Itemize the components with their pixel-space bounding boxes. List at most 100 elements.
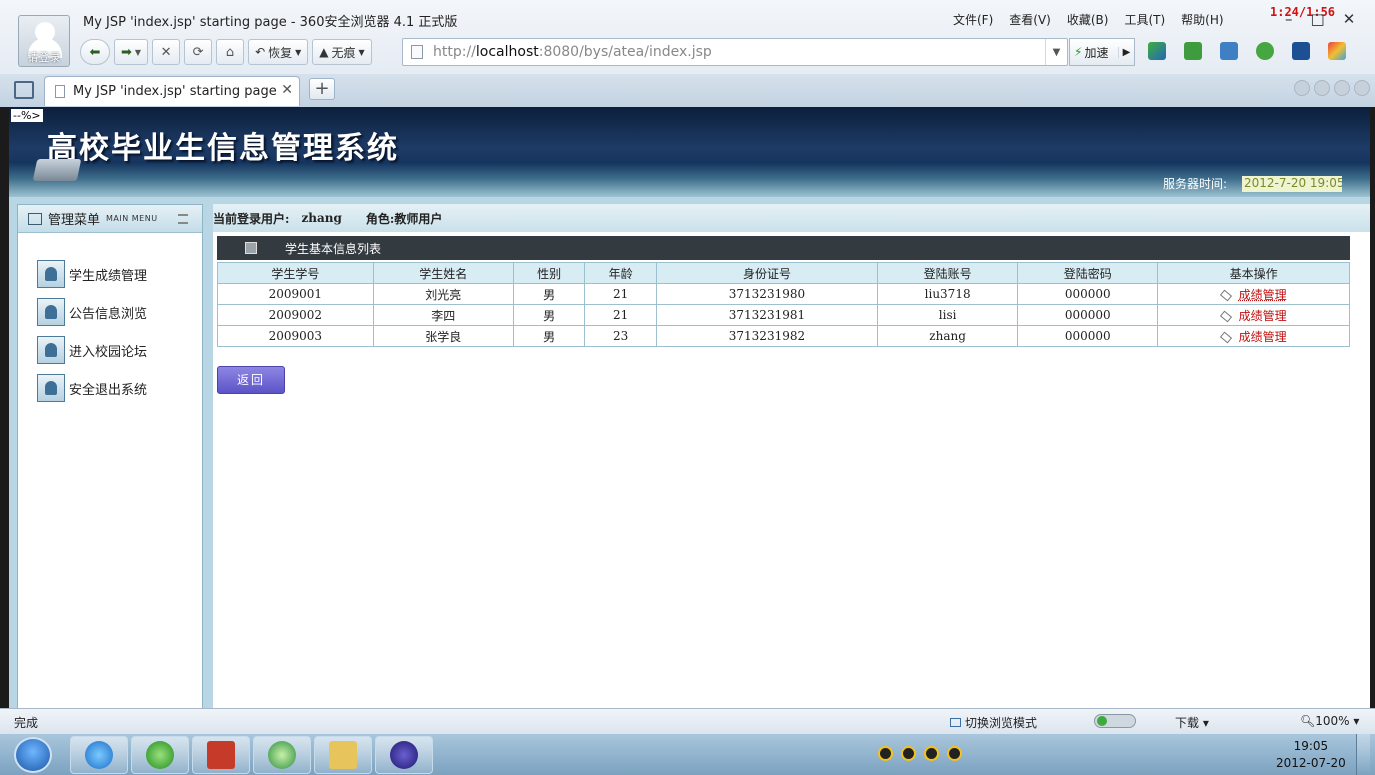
maximize-icon[interactable]: □ <box>1311 10 1325 28</box>
refresh-button[interactable]: ⟳ <box>184 39 213 65</box>
close-window-icon[interactable]: ✕ <box>1343 10 1356 28</box>
menu-view[interactable]: 查看(V) <box>1009 11 1051 28</box>
menu-lines-icon <box>178 213 188 224</box>
page-icon <box>55 85 65 98</box>
col-account: 登陆账号 <box>877 262 1019 284</box>
video-icon[interactable] <box>1292 42 1310 60</box>
close-tab-icon[interactable]: ✕ <box>281 82 293 98</box>
download-label: 下载 <box>1175 716 1200 730</box>
menu-help[interactable]: 帮助(H) <box>1181 11 1223 28</box>
magnifier-icon: 🔍︎ <box>1300 714 1316 728</box>
switch-mode-button[interactable]: 切换浏览模式 <box>950 714 1037 731</box>
menu-panel-icon <box>28 212 42 225</box>
speed-up-button[interactable]: ⚡ 加速 ▶ <box>1069 38 1135 66</box>
user-avatar[interactable]: 请登录 <box>18 15 70 67</box>
system-tray <box>878 746 962 761</box>
globe-icon[interactable] <box>1256 42 1274 60</box>
sidebar-item-grade-management[interactable]: 学生成绩管理 <box>37 260 147 288</box>
menu-favorites[interactable]: 收藏(B) <box>1067 11 1109 28</box>
app-box-icon[interactable] <box>1148 42 1166 60</box>
stop-button[interactable]: ✕ <box>152 39 181 65</box>
menu-bar: 文件(F) 查看(V) 收藏(B) 工具(T) 帮助(H) <box>953 11 1224 28</box>
grade-manage-link[interactable]: 成绩管理 <box>1239 309 1287 323</box>
cell-age: 23 <box>584 325 657 347</box>
clock-time: 19:05 <box>1293 739 1329 753</box>
forward-nav-button[interactable]: ➡ ▼ <box>114 39 149 65</box>
laptop-icon <box>32 159 82 181</box>
taskbar-app[interactable] <box>253 736 311 774</box>
col-actions: 基本操作 <box>1157 262 1350 284</box>
user-window-icon <box>37 298 65 326</box>
sidebar-item-logout[interactable]: 安全退出系统 <box>37 374 147 402</box>
download-button[interactable]: 下载 ▾ <box>1175 714 1209 731</box>
cell-student-name: 刘光亮 <box>372 283 514 305</box>
eclipse-icon <box>390 741 418 769</box>
address-dropdown-icon[interactable]: ▼ <box>1045 39 1067 65</box>
taskbar-eclipse[interactable] <box>375 736 433 774</box>
taskbar-toolbox[interactable] <box>192 736 250 774</box>
toggle-switch[interactable] <box>1094 714 1136 728</box>
qq-icon[interactable] <box>901 746 916 761</box>
left-menu-panel: 管理菜单 MAIN MENU 学生成绩管理 公告信息浏览 进入校园论坛 安全退出… <box>17 204 203 712</box>
sidebar-item-notices[interactable]: 公告信息浏览 <box>37 298 147 326</box>
cell-id-card: 3713231980 <box>655 283 879 305</box>
user-name: zhang <box>301 211 342 225</box>
taskbar-explorer[interactable] <box>314 736 372 774</box>
return-button[interactable]: 返回 <box>217 366 285 394</box>
page-icon <box>411 45 423 59</box>
sidebar-item-label: 进入校园论坛 <box>69 344 148 360</box>
zoom-control[interactable]: 🔍︎100% ▾ <box>1300 714 1359 728</box>
grade-manage-link[interactable]: 成绩管理 <box>1239 330 1287 344</box>
grade-manage-link[interactable]: 成绩管理 <box>1239 288 1287 302</box>
menu-file[interactable]: 文件(F) <box>953 11 993 28</box>
role-value: 教师用户 <box>394 211 443 226</box>
sidebar-item-label: 公告信息浏览 <box>69 306 148 322</box>
tab-next-icon[interactable] <box>1314 80 1330 96</box>
user-window-icon <box>37 374 65 402</box>
home-button[interactable]: ⌂ <box>216 39 245 65</box>
user-label: 当前登录用户: <box>213 211 290 226</box>
start-button[interactable] <box>14 737 52 773</box>
minimize-icon[interactable]: – <box>1285 10 1293 28</box>
system-title: 高校毕业生信息管理系统 <box>47 131 399 166</box>
colorful-app-icon[interactable] <box>1328 42 1346 60</box>
restore-label: 恢复 <box>268 45 293 60</box>
qq-icon[interactable] <box>924 746 939 761</box>
cell-gender: 男 <box>512 304 586 326</box>
server-time-value: 2012-7-20 19:05:5 <box>1242 176 1342 192</box>
taskbar-ie[interactable] <box>70 736 128 774</box>
cell-gender: 男 <box>512 283 586 305</box>
sidebar-item-forum[interactable]: 进入校园论坛 <box>37 336 147 364</box>
cell-student-name: 李四 <box>372 304 514 326</box>
note-icon[interactable] <box>1184 42 1202 60</box>
cell-age: 21 <box>584 283 657 305</box>
folder-icon <box>329 741 357 769</box>
list-header: 学生基本信息列表 <box>217 236 1350 260</box>
go-arrow-icon[interactable]: ▶ <box>1118 46 1134 58</box>
tab-prev-icon[interactable] <box>1294 80 1310 96</box>
qq-icon[interactable] <box>947 746 962 761</box>
sidebar-toggle-icon[interactable] <box>14 81 34 99</box>
menu-subtitle: MAIN MENU <box>106 214 158 223</box>
menu-tools[interactable]: 工具(T) <box>1124 11 1165 28</box>
new-tab-button[interactable]: + <box>309 78 335 100</box>
restore-button[interactable]: ↶ 恢复 ▼ <box>248 39 309 65</box>
cell-actions: 成绩管理 <box>1157 283 1350 305</box>
address-bar[interactable]: http://localhost:8080/bys/atea/index.jsp… <box>402 38 1068 66</box>
back-nav-button[interactable]: ⬅ <box>80 39 110 65</box>
sidebar-item-label: 学生成绩管理 <box>69 268 148 284</box>
incognito-label: 无痕 <box>331 45 356 60</box>
current-user-bar: 当前登录用户: zhang 角色: 教师用户 <box>213 204 1370 232</box>
incognito-button[interactable]: ▲ 无痕 ▼ <box>312 39 372 65</box>
tab-close-all-icon[interactable] <box>1354 80 1370 96</box>
avatar-label: 请登录 <box>27 51 61 64</box>
tab-list-icon[interactable] <box>1334 80 1350 96</box>
taskbar-360-browser[interactable] <box>131 736 189 774</box>
screenshot-icon[interactable] <box>1220 42 1238 60</box>
tab-index-page[interactable]: My JSP 'index.jsp' starting page ✕ <box>44 76 300 106</box>
qq-icon[interactable] <box>878 746 893 761</box>
show-desktop-button[interactable] <box>1356 734 1370 775</box>
360-browser-icon <box>146 741 174 769</box>
taskbar-clock[interactable]: 19:05 2012-07-20 <box>1276 738 1346 772</box>
cell-student-id: 2009002 <box>217 304 374 326</box>
